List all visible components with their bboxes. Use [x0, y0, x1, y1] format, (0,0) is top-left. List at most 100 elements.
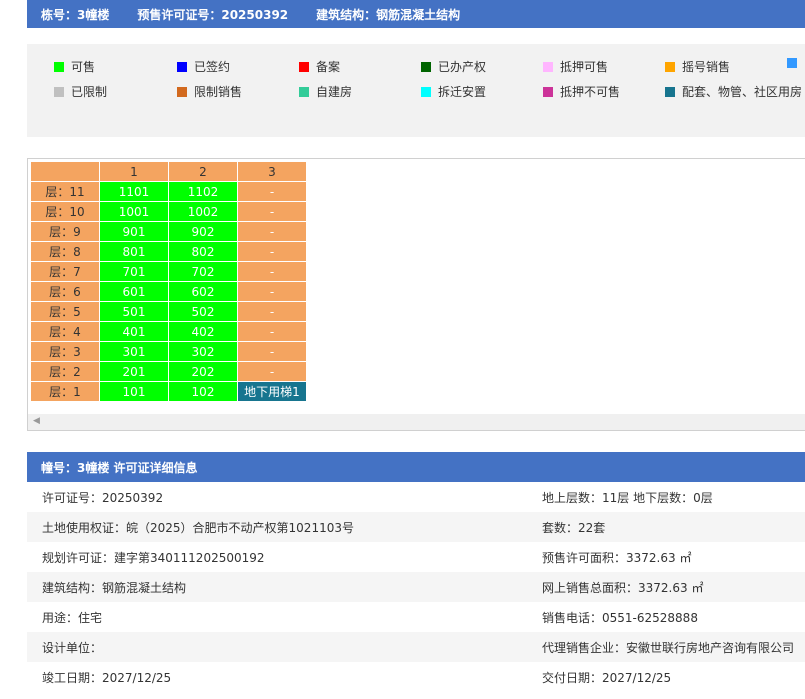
column-header	[30, 161, 100, 182]
empty-unit-cell: -	[237, 321, 307, 342]
legend-item: 抵押可售	[543, 58, 608, 75]
unit-cell[interactable]: 502	[168, 301, 238, 322]
legend-label: 抵押可售	[560, 60, 609, 74]
unit-cell[interactable]: 1102	[168, 181, 238, 202]
floor-label: 层：11	[30, 181, 100, 202]
legend-item: 配套、物管、社区用房	[665, 83, 802, 100]
detail-left-field: 许可证号：20250392	[42, 490, 164, 505]
legend-label: 已限制	[71, 85, 108, 99]
legend-item: 自建房	[299, 83, 352, 100]
empty-unit-cell: -	[237, 261, 307, 282]
floor-label: 层：1	[30, 381, 100, 402]
empty-unit-cell: -	[237, 281, 307, 302]
unit-cell[interactable]: 601	[99, 281, 169, 302]
detail-right-field: 代理销售企业：安徽世联行房地产咨询有限公司	[542, 640, 795, 655]
floor-label: 层：8	[30, 241, 100, 262]
legend-item: 可售	[54, 58, 95, 75]
unit-cell[interactable]: 801	[99, 241, 169, 262]
unit-grid-panel: 1 2 3 层：11 1101 1102- 层：10 1001 1002- 层：9 901 902- 层…	[27, 158, 805, 431]
empty-unit-cell: -	[237, 341, 307, 362]
floor-row: 层：2 201 202-	[30, 361, 307, 382]
unit-cell[interactable]: 802	[168, 241, 238, 262]
unit-cell[interactable]: 301	[99, 341, 169, 362]
floor-row: 层：9 901 902-	[30, 221, 307, 242]
legend-label: 自建房	[316, 85, 353, 99]
legend-label: 已签约	[194, 60, 231, 74]
detail-row: 土地使用权证：皖（2025）合肥市不动产权第1021103号 套数：22套	[27, 512, 805, 542]
legend-label: 备案	[316, 60, 341, 74]
legend-item: 已限制	[54, 83, 107, 100]
legend-swatch	[54, 61, 64, 72]
legend-swatch	[177, 86, 187, 97]
permit-detail-title: 幢号：3幢楼 许可证详细信息	[41, 460, 198, 475]
detail-row: 规划许可证：建字第340111202500192 预售许可面积：3372.63 ㎡	[27, 542, 805, 572]
unit-cell[interactable]: 地下用梯1	[237, 381, 307, 402]
detail-right-field: 套数：22套	[542, 520, 606, 535]
floor-row: 层：3 301 302-	[30, 341, 307, 362]
detail-right-field: 销售电话：0551-62528888	[542, 610, 698, 625]
legend-swatch	[665, 61, 675, 72]
scroll-left-icon[interactable]: ◀	[33, 416, 40, 426]
unit-cell[interactable]: 402	[168, 321, 238, 342]
detail-left-field: 设计单位：	[42, 640, 103, 655]
permit-detail-header: 幢号：3幢楼 许可证详细信息	[27, 452, 805, 482]
legend-swatch	[299, 61, 309, 72]
unit-cell[interactable]: 401	[99, 321, 169, 342]
legend-swatch	[421, 61, 431, 72]
floor-label: 层：7	[30, 261, 100, 282]
column-header: 1	[99, 161, 169, 182]
floor-row: 层：1 101 102 地下用梯1	[30, 381, 307, 402]
unit-cell[interactable]: 1001	[99, 201, 169, 222]
legend-item: 抵押不可售	[543, 83, 620, 100]
empty-unit-cell: -	[237, 361, 307, 382]
floor-row: 层：8 801 802-	[30, 241, 307, 262]
detail-right-field: 地上层数：11层 地下层数：0层	[542, 490, 713, 505]
detail-left-field: 竣工日期：2027/12/25	[42, 670, 172, 685]
presale-permit-number: 预售许可证号：20250392	[137, 7, 289, 22]
unit-cell[interactable]: 201	[99, 361, 169, 382]
detail-left-field: 建筑结构：钢筋混凝土结构	[42, 580, 187, 595]
legend-label: 配套、物管、社区用房	[682, 85, 803, 99]
horizontal-scrollbar[interactable]: ◀	[28, 414, 805, 430]
unit-cell[interactable]: 602	[168, 281, 238, 302]
unit-cell[interactable]: 701	[99, 261, 169, 282]
unit-cell[interactable]: 501	[99, 301, 169, 322]
unit-cell[interactable]: 202	[168, 361, 238, 382]
legend-swatch	[543, 86, 553, 97]
floor-row: 层：10 1001 1002-	[30, 201, 307, 222]
empty-unit-cell: -	[237, 241, 307, 262]
detail-row: 用途：住宅 销售电话：0551-62528888	[27, 602, 805, 632]
floor-label: 层：4	[30, 321, 100, 342]
detail-row: 设计单位： 代理销售企业：安徽世联行房地产咨询有限公司	[27, 632, 805, 662]
unit-cell[interactable]: 101	[99, 381, 169, 402]
legend-item: 已签约	[177, 58, 230, 75]
status-legend: 可售 已签约 备案 已办产权 抵押可售 摇号销售已限制 限制销售 自建房 拆迁安置 抵押不可售 配套…	[27, 44, 805, 137]
legend-item: 限制销售	[177, 83, 242, 100]
legend-label: 拆迁安置	[438, 85, 487, 99]
legend-swatch	[665, 86, 675, 97]
unit-cell[interactable]: 102	[168, 381, 238, 402]
legend-label: 摇号销售	[682, 60, 731, 74]
grid-header-row: 123	[30, 161, 307, 182]
unit-cell[interactable]: 901	[99, 221, 169, 242]
unit-cell[interactable]: 702	[168, 261, 238, 282]
floor-label: 层：3	[30, 341, 100, 362]
detail-left-field: 土地使用权证：皖（2025）合肥市不动产权第1021103号	[42, 520, 354, 535]
detail-right-field: 网上销售总面积：3372.63 ㎡	[542, 580, 704, 595]
detail-right-field: 预售许可面积：3372.63 ㎡	[542, 550, 692, 565]
unit-cell[interactable]: 302	[168, 341, 238, 362]
floor-label: 层：9	[30, 221, 100, 242]
legend-item: 已办产权	[421, 58, 486, 75]
floor-label: 层：10	[30, 201, 100, 222]
floor-row: 层：4 401 402-	[30, 321, 307, 342]
floor-row: 层：6 601 602-	[30, 281, 307, 302]
floor-label: 层：6	[30, 281, 100, 302]
unit-cell[interactable]: 1101	[99, 181, 169, 202]
column-header: 2	[168, 161, 238, 182]
unit-cell[interactable]: 902	[168, 221, 238, 242]
detail-row: 建筑结构：钢筋混凝土结构 网上销售总面积：3372.63 ㎡	[27, 572, 805, 602]
unit-cell[interactable]: 1002	[168, 201, 238, 222]
empty-unit-cell: -	[237, 181, 307, 202]
empty-unit-cell: -	[237, 301, 307, 322]
legend-label: 抵押不可售	[560, 85, 621, 99]
